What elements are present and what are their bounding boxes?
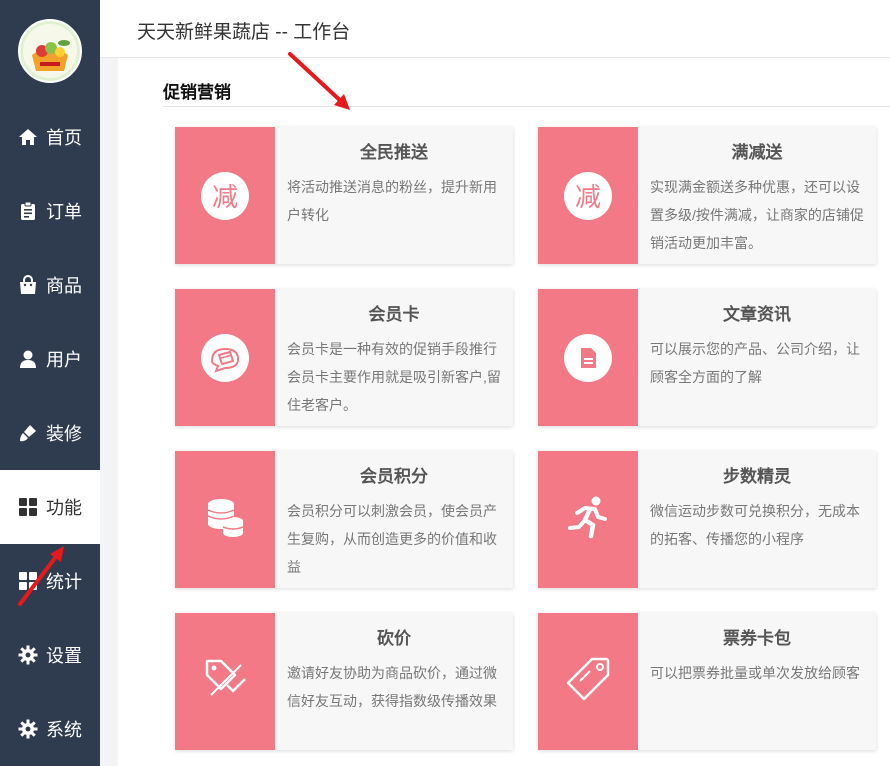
section-divider — [163, 106, 890, 107]
document-icon — [564, 333, 612, 382]
card-description: 会员卡是一种有效的促销手段推行会员卡主要作用就是吸引新客户,留住老客户。 — [287, 341, 501, 413]
sidebar-item-users[interactable]: 用户 — [0, 322, 100, 396]
fruit-basket-logo-icon — [20, 21, 80, 81]
reduce-char-icon: 减 — [201, 171, 249, 220]
sidebar-item-label: 商品 — [46, 276, 82, 296]
card-title: 全民推送 — [360, 143, 428, 162]
grid-icon — [18, 497, 38, 517]
running-icon — [565, 494, 611, 545]
sidebar-item-statistics[interactable]: 统计 — [0, 544, 100, 618]
shopping-bag-icon — [18, 275, 38, 295]
card-title: 会员卡 — [368, 305, 420, 324]
sidebar-item-label: 系统 — [46, 720, 82, 740]
top-header: 天天新鲜果蔬店 -- 工作台 — [100, 0, 890, 58]
sidebar-item-system[interactable]: 系统 — [0, 692, 100, 766]
sidebar-item-label: 统计 — [46, 572, 82, 592]
card-title: 文章资讯 — [723, 305, 791, 324]
sidebar-item-settings[interactable]: 设置 — [0, 618, 100, 692]
card-description: 微信运动步数可兑换积分，无成本的拓客、传播您的小程序 — [650, 503, 860, 547]
sidebar-item-functions[interactable]: 功能 — [0, 470, 100, 544]
card-description: 实现满金额送多种优惠，还可以设置多级/按件满减，让商家的店铺促销活动更加丰富。 — [650, 179, 864, 251]
sidebar-item-label: 设置 — [46, 646, 82, 666]
card-title: 票券卡包 — [723, 629, 791, 648]
home-icon — [18, 127, 38, 147]
paint-brush-icon — [18, 423, 38, 443]
sidebar-item-label: 订单 — [46, 202, 82, 222]
card-title: 步数精灵 — [723, 467, 791, 486]
sidebar-item-home[interactable]: 首页 — [0, 100, 100, 174]
card-member-points[interactable]: 会员积分 会员积分可以刺激会员，使会员产生复购，从而创造更多的价值和收益 — [175, 451, 513, 588]
card-description: 可以把票券批量或单次发放给顾客 — [650, 665, 860, 681]
card-description: 可以展示您的产品、公司介绍，让顾客全方面的了解 — [650, 341, 860, 385]
grid-icon — [18, 571, 38, 591]
card-description: 邀请好友协助为商品砍价，通过微信好友互动，获得指数级传播效果 — [287, 665, 497, 709]
card-articles[interactable]: 文章资讯 可以展示您的产品、公司介绍，让顾客全方面的了解 — [538, 289, 876, 426]
page-title: 天天新鲜果蔬店 -- 工作台 — [137, 22, 351, 43]
store-logo[interactable] — [18, 19, 82, 83]
sidebar-item-products[interactable]: 商品 — [0, 248, 100, 322]
card-step-counter[interactable]: 步数精灵 微信运动步数可兑换积分，无成本的拓客、传播您的小程序 — [538, 451, 876, 588]
main-panel: 促销营销 减 全民推送 将活动推送消息的粉丝，提升新用户转化 减 满减送 实现满… — [118, 58, 890, 766]
clipboard-icon — [18, 201, 38, 221]
card-title: 满减送 — [731, 143, 783, 162]
card-promotion-push[interactable]: 减 全民推送 将活动推送消息的粉丝，提升新用户转化 — [175, 127, 513, 264]
card-bargain[interactable]: 砍价 邀请好友协助为商品砍价，通过微信好友互动，获得指数级传播效果 — [175, 613, 513, 750]
member-card-icon — [201, 333, 249, 382]
sidebar-item-orders[interactable]: 订单 — [0, 174, 100, 248]
gear-icon — [18, 719, 38, 739]
reduce-char-icon: 减 — [564, 171, 612, 220]
card-member-card[interactable]: 会员卡 会员卡是一种有效的促销手段推行会员卡主要作用就是吸引新客户,留住老客户。 — [175, 289, 513, 426]
sidebar-item-label: 用户 — [46, 350, 82, 370]
card-title: 砍价 — [377, 629, 411, 648]
gear-icon — [18, 645, 38, 665]
card-description: 将活动推送消息的粉丝，提升新用户转化 — [287, 179, 497, 223]
coins-icon — [203, 495, 247, 544]
sidebar: 首页 订单 商品 用户 装修 功能 统计 设置 系统 — [0, 0, 100, 766]
bargain-tag-icon — [201, 655, 249, 708]
sidebar-item-label: 首页 — [46, 128, 82, 148]
section-title: 促销营销 — [163, 83, 231, 102]
ticket-tag-icon — [562, 653, 614, 710]
card-ticket-wallet[interactable]: 票券卡包 可以把票券批量或单次发放给顾客 — [538, 613, 876, 750]
card-title: 会员积分 — [360, 467, 428, 486]
user-icon — [18, 349, 38, 369]
sidebar-item-decoration[interactable]: 装修 — [0, 396, 100, 470]
card-full-reduction[interactable]: 减 满减送 实现满金额送多种优惠，还可以设置多级/按件满减，让商家的店铺促销活动… — [538, 127, 876, 264]
sidebar-item-label: 功能 — [46, 498, 82, 518]
card-description: 会员积分可以刺激会员，使会员产生复购，从而创造更多的价值和收益 — [287, 503, 497, 575]
sidebar-item-label: 装修 — [46, 424, 82, 444]
